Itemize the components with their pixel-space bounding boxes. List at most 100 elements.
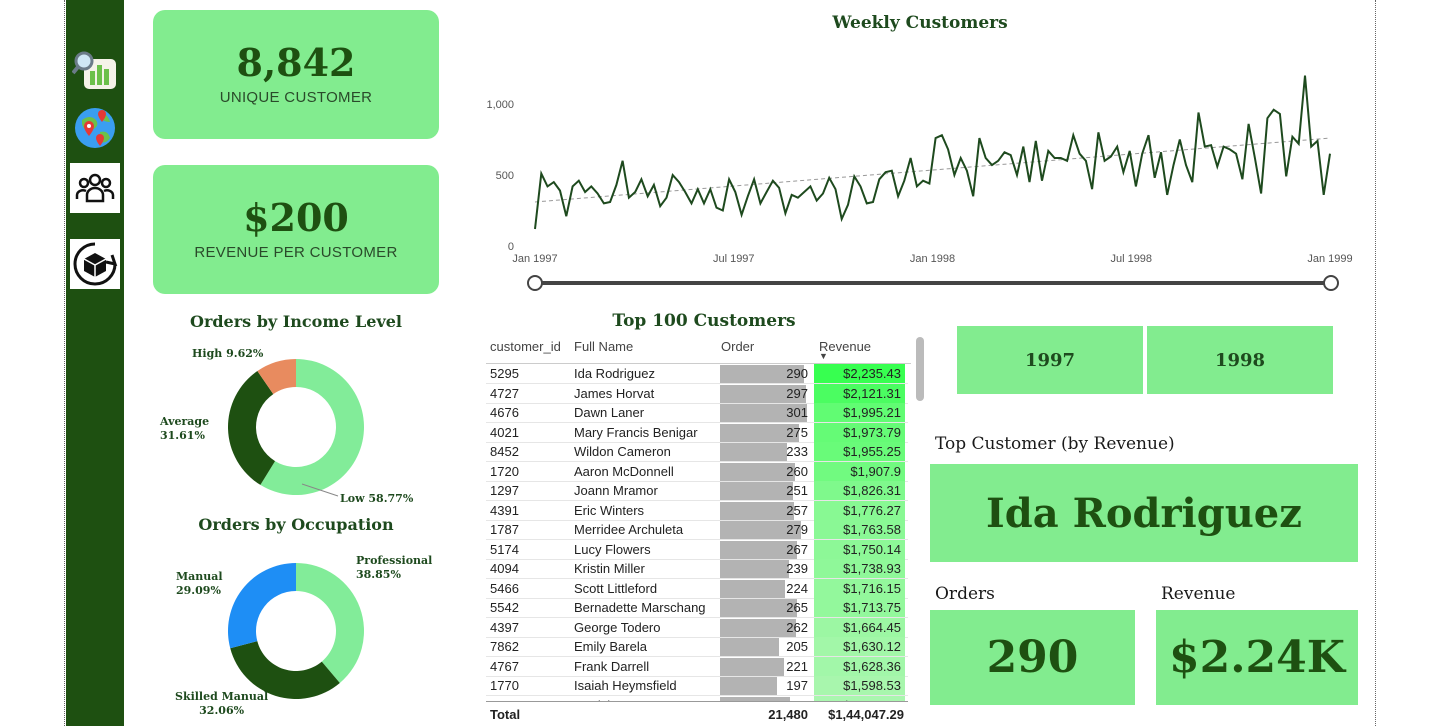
col-order[interactable]: Order [721, 339, 754, 354]
cell-full-name: Mary Francis Benigar [574, 424, 698, 440]
cell-full-name: George Todero [574, 619, 661, 635]
occupation-slice-manual[interactable] [228, 563, 296, 649]
nav-map-button[interactable] [70, 102, 120, 152]
table-row[interactable]: 1770 Isaiah Heymsfield 197 $1,598.53 [486, 676, 908, 696]
y-tick-label: 500 [496, 170, 514, 182]
cell-customer-id: 7862 [490, 639, 519, 654]
year-filter-1998[interactable]: 1998 [1147, 326, 1333, 394]
cell-customer-id: 4676 [490, 405, 519, 420]
revenue-cell-bg: $1,750.14 [814, 539, 905, 559]
table-row[interactable]: 8452 Wildon Cameron 233 $1,955.25 [486, 442, 908, 462]
table-row[interactable]: 5174 Lucy Flowers 267 $1,750.14 [486, 539, 908, 560]
occupation-donut-chart[interactable] [226, 561, 366, 701]
weekly-customers-series[interactable] [534, 75, 1331, 230]
cell-full-name: Emily Barela [574, 639, 647, 654]
cell-revenue: $1,628.36 [843, 658, 901, 674]
col-full-name[interactable]: Full Name [574, 339, 633, 354]
occupation-slice-professional[interactable] [296, 563, 364, 683]
slider-end-handle[interactable] [1323, 275, 1339, 291]
cell-full-name: Frank Darrell [574, 658, 650, 674]
table-row[interactable]: 4391 Eric Winters 257 $1,776.27 [486, 500, 908, 521]
table-row[interactable]: 4397 George Todero 262 $1,664.45 [486, 617, 908, 638]
year-filter-1997[interactable]: 1997 [957, 326, 1143, 394]
left-border [64, 0, 65, 726]
y-tick-label: 1,000 [486, 99, 514, 111]
sort-desc-icon: ▼ [819, 351, 828, 361]
cell-order: 260 [786, 463, 808, 479]
unique-customers-value: 8,842 [236, 40, 356, 85]
order-bar [720, 638, 780, 656]
income-donut-chart[interactable] [226, 357, 366, 497]
cell-revenue: $2,121.31 [843, 385, 901, 401]
table-total-row: Total 21,480 $1,44,047.29 [486, 701, 908, 726]
cell-order: 239 [786, 561, 808, 576]
cell-order: 290 [786, 366, 808, 381]
revenue-cell-bg: $1,826.31 [814, 481, 905, 500]
revenue-per-customer-label: REVENUE PER CUSTOMER [194, 244, 398, 261]
cell-customer-id: 4021 [490, 424, 519, 440]
table-row[interactable]: 1787 Merridee Archuleta 279 $1,763.58 [486, 520, 908, 540]
table-header: customer_id Full Name Order Revenue ▼ [486, 335, 911, 364]
order-bar [720, 657, 784, 676]
cell-order: 205 [786, 639, 808, 654]
cell-full-name: James Horvat [574, 385, 655, 401]
table-row[interactable]: 5295 Ida Rodriguez 290 $2,235.43 [486, 364, 908, 384]
revenue-cell-bg: $2,235.43 [814, 364, 905, 383]
cell-customer-id: 4397 [490, 619, 519, 635]
cell-order: 224 [786, 580, 808, 596]
nav-analytics-button[interactable] [70, 44, 120, 94]
cell-full-name: Lucy Flowers [574, 541, 651, 557]
order-bar [720, 579, 785, 598]
occupation-label-manual: Manual 29.09% [176, 570, 223, 597]
cell-revenue: $1,995.21 [843, 405, 901, 420]
order-bar [720, 618, 796, 637]
nav-customers-button[interactable] [70, 163, 120, 213]
cell-revenue: $1,750.14 [843, 541, 901, 557]
table-row[interactable]: 4094 Kristin Miller 239 $1,738.93 [486, 559, 908, 579]
cell-revenue: $1,907.9 [850, 463, 901, 479]
order-bar [720, 599, 797, 617]
revenue-cell-bg: $1,763.58 [814, 520, 905, 539]
table-row[interactable]: 1297 Joann Mramor 251 $1,826.31 [486, 481, 908, 501]
cell-order: 279 [786, 522, 808, 537]
cell-customer-id: 4391 [490, 502, 519, 518]
cell-full-name: Ida Rodriguez [574, 366, 655, 381]
col-customer-id[interactable]: customer_id [490, 339, 561, 354]
cell-order: 257 [786, 502, 808, 518]
table-row[interactable]: 4727 James Horvat 297 $2,121.31 [486, 383, 908, 404]
order-bar [720, 677, 777, 695]
orders-value-card: 290 [930, 610, 1135, 705]
slider-start-handle[interactable] [527, 275, 543, 291]
weekly-customers-line-chart[interactable]: 0 500 1,000 Jan 1997 Jul 1997 Jan 1998 Jul 199… [480, 60, 1360, 270]
cell-order: 275 [786, 424, 808, 440]
cell-revenue: $1,973.79 [843, 424, 901, 440]
cell-order: 251 [786, 483, 808, 498]
top-customers-table: customer_id Full Name Order Revenue ▼ 52… [486, 335, 926, 726]
total-order: 21,480 [768, 707, 808, 722]
nav-product-button[interactable] [70, 239, 120, 289]
table-scrollbar[interactable] [916, 337, 924, 401]
cell-order: 301 [786, 405, 808, 420]
cell-customer-id: 5466 [490, 580, 519, 596]
revenue-cell-bg: $1,713.75 [814, 598, 905, 617]
trend-line [534, 137, 1331, 203]
cell-customer-id: 4727 [490, 385, 519, 401]
cell-revenue: $1,826.31 [843, 483, 901, 498]
table-row[interactable]: 4021 Mary Francis Benigar 275 $1,973.79 [486, 422, 908, 443]
table-row[interactable]: 4767 Frank Darrell 221 $1,628.36 [486, 656, 908, 677]
cell-revenue: $1,664.45 [843, 619, 901, 635]
table-row[interactable]: 7862 Emily Barela 205 $1,630.12 [486, 637, 908, 657]
table-row[interactable]: 5542 Bernadette Marschang 265 $1,713.75 [486, 598, 908, 618]
table-row[interactable]: 1720 Aaron McDonnell 260 $1,907.9 [486, 461, 908, 482]
revenue-value-card: $2.24K [1156, 610, 1358, 705]
date-range-slider[interactable] [527, 275, 1339, 291]
order-bar [720, 443, 788, 461]
income-slice-average[interactable] [228, 371, 276, 485]
cell-revenue: $1,598.53 [843, 678, 901, 693]
cell-order: 297 [786, 385, 808, 401]
table-row[interactable]: 4676 Dawn Laner 301 $1,995.21 [486, 403, 908, 423]
cell-full-name: Dawn Laner [574, 405, 645, 420]
table-row[interactable]: 5466 Scott Littleford 224 $1,716.15 [486, 578, 908, 599]
orders-label: Orders [935, 584, 995, 604]
income-leader-line [301, 483, 339, 497]
